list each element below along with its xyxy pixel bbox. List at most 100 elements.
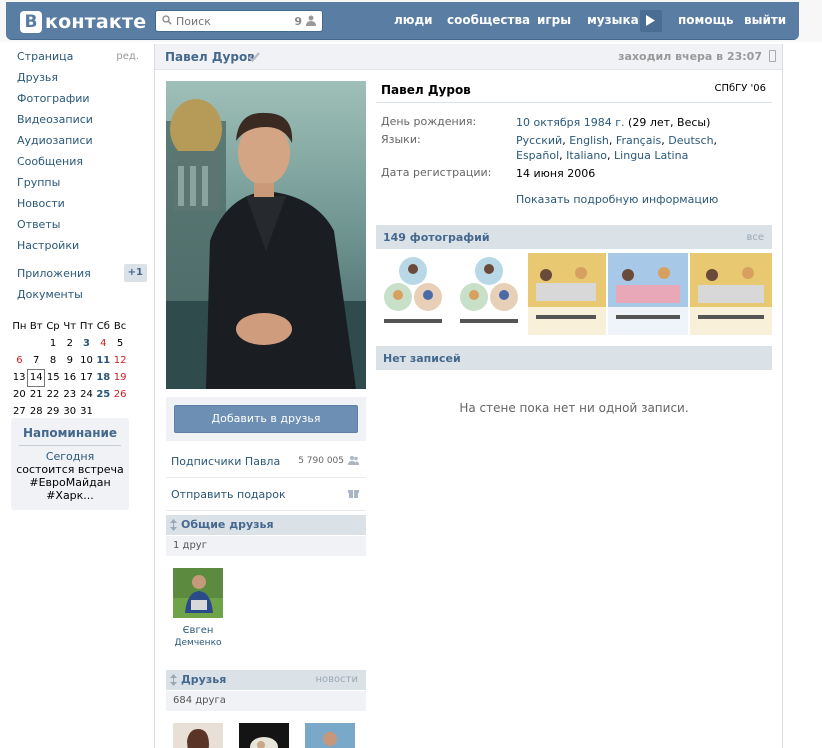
friends-title: Друзья — [181, 673, 227, 686]
birthday-value: 10 октября 1984 г. (29 лет, Весы) — [516, 115, 751, 130]
calendar-day[interactable]: 13 — [11, 369, 28, 386]
sidebar-item-page[interactable]: Страница ред. — [11, 46, 149, 67]
nav-people[interactable]: люди — [394, 13, 433, 27]
friends-header[interactable]: Друзья новости — [166, 670, 366, 690]
calendar-day[interactable]: 21 — [28, 386, 45, 403]
photo-thumb[interactable] — [690, 253, 772, 335]
logo-mark: В — [20, 11, 42, 33]
nav-music[interactable]: музыка — [587, 13, 639, 27]
search-input[interactable] — [176, 13, 286, 29]
calendar-day[interactable]: 22 — [45, 386, 62, 403]
language-link[interactable]: Deutsch — [668, 134, 713, 147]
sidebar-item-apps[interactable]: Приложения +1 — [11, 263, 149, 284]
language-link[interactable]: Lingua Latina — [614, 149, 688, 162]
calendar-day[interactable]: 11 — [95, 352, 112, 369]
sidebar-item-settings[interactable]: Настройки — [11, 235, 149, 256]
sidebar-item-videos[interactable]: Видеозаписи — [11, 109, 149, 130]
nav-communities[interactable]: сообщества — [447, 13, 530, 27]
photo-thumb[interactable] — [376, 253, 450, 335]
subscribers-row[interactable]: Подписчики Павла 5 790 005 — [166, 445, 366, 478]
language-link[interactable]: Italiano — [566, 149, 607, 162]
common-friends-header[interactable]: Общие друзья — [166, 515, 366, 535]
language-link[interactable]: English — [569, 134, 609, 147]
friend-first-name[interactable]: Євген — [163, 624, 233, 637]
calendar-day[interactable]: 24 — [78, 386, 95, 403]
calendar-day[interactable]: 7 — [28, 352, 45, 369]
sidebar-item-answers[interactable]: Ответы — [11, 214, 149, 235]
sidebar-item-documents[interactable]: Документы — [11, 284, 149, 305]
calendar-day[interactable]: 8 — [45, 352, 62, 369]
calendar-day[interactable]: 19 — [112, 369, 129, 386]
calendar-day[interactable]: 20 — [11, 386, 28, 403]
nav-help[interactable]: помощь — [678, 13, 733, 27]
calendar-day[interactable]: 5 — [112, 335, 129, 352]
photo-thumb[interactable] — [528, 253, 606, 335]
nav-games[interactable]: игры — [537, 13, 571, 27]
sidebar-item-news[interactable]: Новости — [11, 193, 149, 214]
calendar-day[interactable]: 4 — [95, 335, 112, 352]
birthday-extra: (29 лет, Весы) — [628, 116, 711, 129]
friend-card[interactable] — [295, 723, 365, 748]
nav-logout[interactable]: выйти — [744, 13, 786, 27]
profile-avatar[interactable] — [166, 81, 366, 389]
friend-avatar[interactable] — [173, 568, 223, 618]
sidebar-item-messages[interactable]: Сообщения — [11, 151, 149, 172]
calendar-day[interactable]: 2 — [61, 335, 78, 352]
music-play-button[interactable] — [640, 10, 662, 32]
left-sidebar: Страница ред. Друзья Фотографии Видеозап… — [11, 46, 149, 305]
subscribers-label: Подписчики Павла — [171, 455, 281, 468]
language-link[interactable]: Français — [616, 134, 661, 147]
calendar-day[interactable]: 1 — [45, 335, 62, 352]
search-box[interactable]: 9 — [155, 10, 323, 32]
calendar-day[interactable]: 6 — [11, 352, 28, 369]
calendar-day[interactable]: 12 — [112, 352, 129, 369]
friends-news-link[interactable]: новости — [316, 674, 359, 685]
top-bar-inner: В контакте 9 люди сообщества игры музыка… — [6, 2, 799, 40]
language-link[interactable]: Español — [516, 149, 559, 162]
calendar-day[interactable]: 17 — [78, 369, 95, 386]
calendar-day[interactable]: 9 — [61, 352, 78, 369]
birthday-date-link[interactable]: 10 октября 1984 г. — [516, 116, 625, 129]
sidebar-item-audio[interactable]: Аудиозаписи — [11, 130, 149, 151]
calendar-day[interactable]: 16 — [61, 369, 78, 386]
calendar-day[interactable]: 3 — [78, 335, 95, 352]
calendar-day[interactable]: 23 — [61, 386, 78, 403]
friend-last-name[interactable]: Демченко — [163, 637, 233, 649]
top-bar: В контакте 9 люди сообщества игры музыка… — [0, 0, 822, 42]
sidebar-item-photos[interactable]: Фотографии — [11, 88, 149, 109]
logo[interactable]: В контакте — [20, 10, 146, 34]
photo-thumbnails — [376, 253, 772, 335]
calendar-day[interactable]: 25 — [95, 386, 112, 403]
photo-thumb[interactable] — [608, 253, 688, 335]
friend-avatar[interactable] — [239, 723, 289, 748]
photos-all-link[interactable]: все — [746, 232, 764, 243]
send-gift-row[interactable]: Отправить подарок — [166, 478, 366, 511]
calendar-day[interactable]: 15 — [45, 369, 62, 386]
sort-arrows-icon — [170, 674, 177, 686]
add-friend-button[interactable]: Добавить в друзья — [174, 405, 358, 433]
page-title: Павел Дуров — [165, 50, 255, 64]
calendar-day[interactable]: 18 — [95, 369, 112, 386]
calendar-day-header: Сб — [96, 321, 110, 332]
sidebar-item-label: Приложения — [17, 267, 91, 280]
sidebar-item-groups[interactable]: Группы — [11, 172, 149, 193]
edit-link[interactable]: ред. — [116, 46, 139, 67]
profile-university[interactable]: СПбГУ '06 — [714, 83, 766, 94]
friend-card[interactable] — [229, 723, 299, 748]
photos-header[interactable]: 149 фотографий все — [376, 225, 772, 249]
friend-card[interactable]: Євген Демченко — [163, 568, 233, 649]
calendar-day-header: Вт — [29, 321, 43, 332]
sidebar-item-friends[interactable]: Друзья — [11, 67, 149, 88]
calendar-day[interactable]: 10 — [78, 352, 95, 369]
calendar-day-today[interactable]: 14 — [27, 368, 46, 387]
friend-avatar[interactable] — [305, 723, 355, 748]
friend-photo — [173, 568, 223, 618]
reminder-today-link[interactable]: Сегодня — [46, 450, 94, 463]
calendar-day[interactable]: 26 — [112, 386, 129, 403]
friend-avatar[interactable] — [173, 723, 223, 748]
show-more-info-link[interactable]: Показать подробную информацию — [516, 193, 718, 206]
friend-card[interactable] — [163, 723, 233, 748]
language-link[interactable]: Русский — [516, 134, 562, 147]
logo-text: контакте — [45, 11, 147, 33]
photo-thumb[interactable] — [452, 253, 526, 335]
